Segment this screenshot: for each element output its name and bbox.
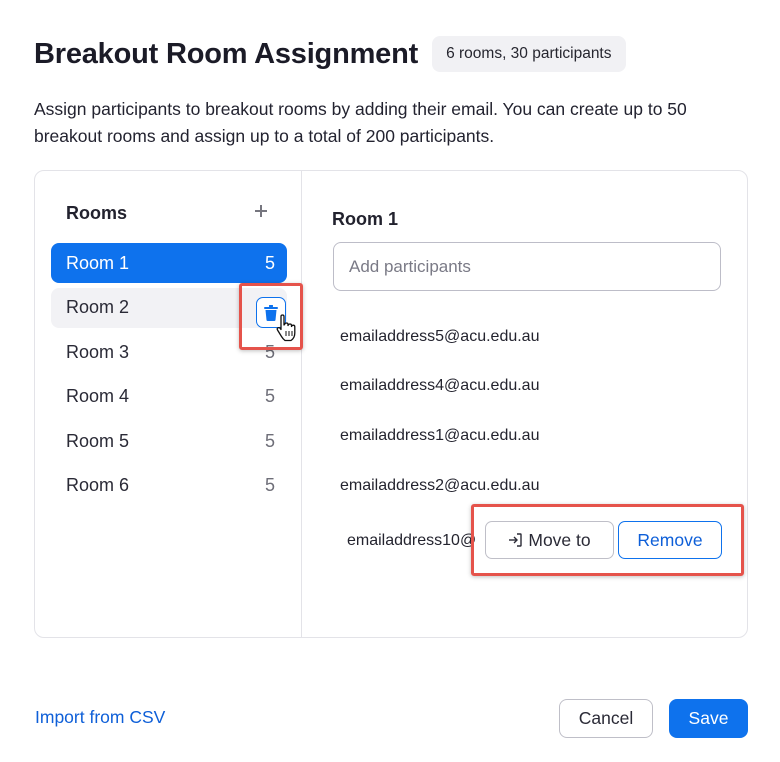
participant-email: emailaddress5@acu.edu.au: [340, 328, 540, 345]
room-label: Room 2: [66, 297, 130, 317]
participant-email: emailaddress1@acu.edu.au: [340, 427, 540, 444]
participant-email: emailaddress4@acu.edu.au: [340, 377, 540, 394]
move-to-label: Move to: [528, 529, 591, 550]
room-label: Room 1: [66, 252, 130, 273]
room-label: Room 5: [66, 430, 130, 451]
move-to-icon: [509, 533, 523, 547]
room-label: Room 3: [66, 341, 130, 362]
move-to-button[interactable]: Move to: [485, 521, 614, 559]
participant-email: emailaddress10@: [347, 532, 477, 549]
room-item-4[interactable]: Room 4 5: [51, 377, 287, 417]
room-count: 5: [264, 430, 275, 451]
participant-actions-highlight: Move to Remove: [471, 504, 744, 576]
room-item-1[interactable]: Room 1 5: [51, 243, 287, 283]
import-csv-link[interactable]: Import from CSV: [35, 707, 165, 728]
room-item-6[interactable]: Room 6 5: [51, 466, 287, 506]
description-text: Assign participants to breakout rooms by…: [34, 99, 687, 146]
remove-button[interactable]: Remove: [618, 521, 722, 559]
room-detail-title: Room 1: [332, 209, 399, 229]
room-label: Room 4: [66, 386, 130, 406]
add-participants-input[interactable]: [333, 242, 721, 291]
plus-icon[interactable]: [253, 203, 269, 219]
rooms-heading: Rooms: [66, 203, 128, 223]
room-count: 5: [264, 475, 275, 495]
header: Breakout Room Assignment 6 rooms, 30 par…: [34, 36, 626, 72]
page-title: Breakout Room Assignment: [34, 37, 419, 70]
delete-room-highlight: [239, 283, 303, 350]
save-button[interactable]: Save: [669, 699, 748, 738]
hand-pointer-icon: [276, 314, 296, 342]
rooms-sidebar: Rooms Room 1 5 Room 2 Room 3 5 Room 4 5 …: [35, 171, 302, 637]
participant-email: emailaddress2@acu.edu.au: [340, 477, 540, 494]
summary-badge: 6 rooms, 30 participants: [432, 36, 626, 72]
room-count: 5: [264, 386, 275, 406]
room-item-5[interactable]: Room 5 5: [51, 421, 287, 461]
room-label: Room 6: [66, 475, 130, 495]
room-count: 5: [264, 252, 275, 273]
cancel-button[interactable]: Cancel: [559, 699, 653, 738]
